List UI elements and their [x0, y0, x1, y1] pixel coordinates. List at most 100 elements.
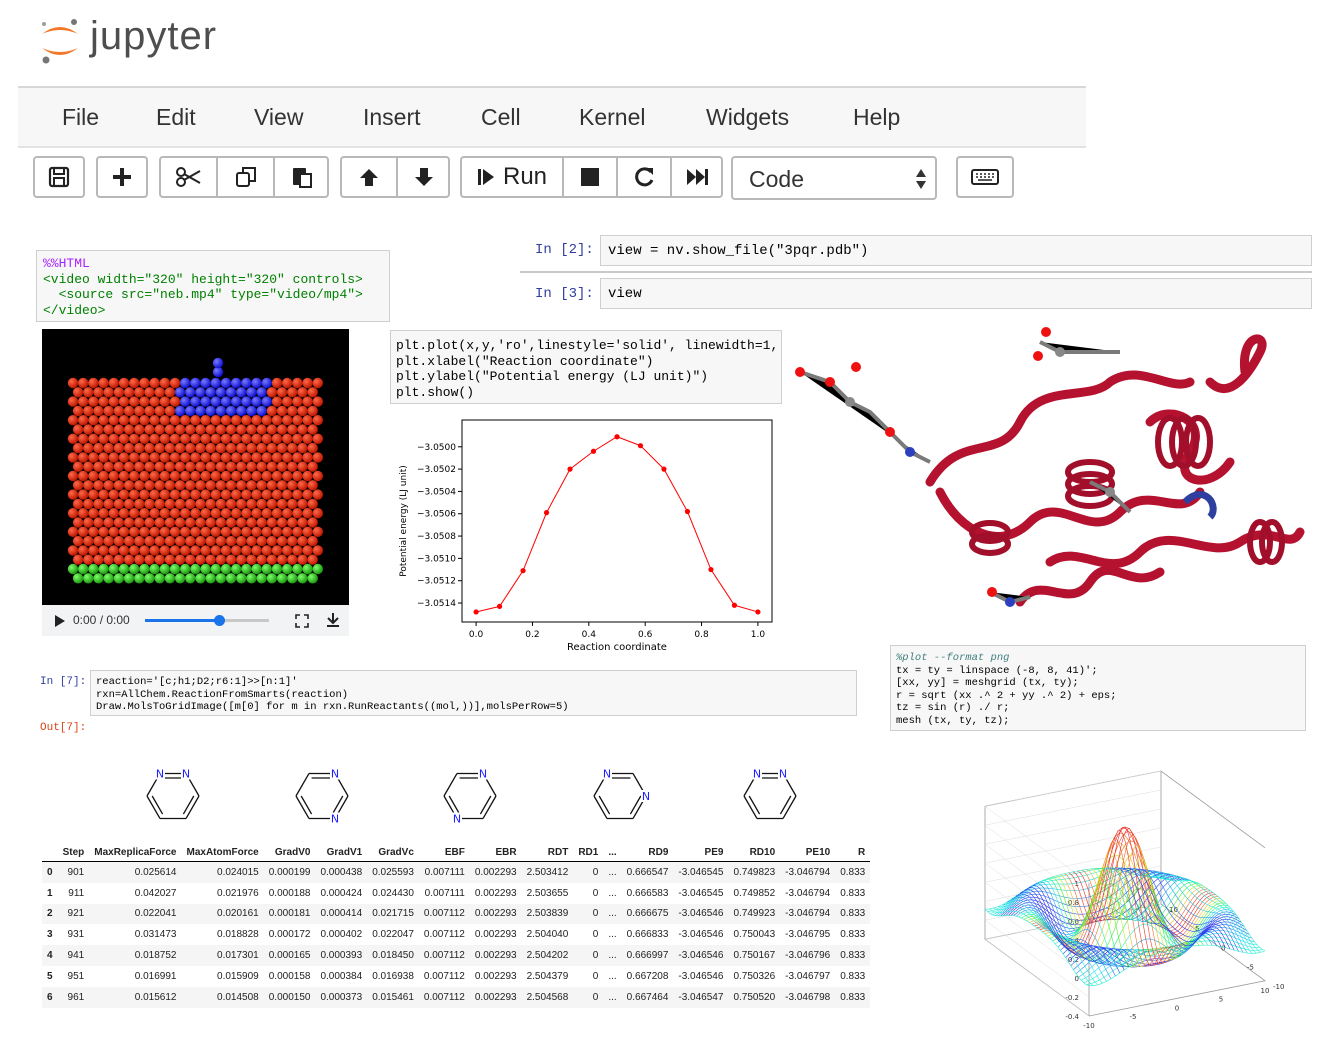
atom: [144, 461, 155, 472]
atom: [302, 415, 313, 426]
table-cell: 0.007112: [418, 986, 470, 1008]
table-cell: -3.046546: [673, 903, 729, 925]
menu-cell[interactable]: Cell: [481, 104, 521, 131]
plot-code-cell[interactable]: plt.plot(x,y,'ro',linestyle='solid', lin…: [390, 330, 782, 404]
table-cell: 0.031473: [134, 929, 177, 941]
html-code-cell[interactable]: %%HTML <video width="320" height="320" c…: [36, 250, 390, 322]
atom: [93, 573, 104, 584]
table-cell: -3.046546: [678, 970, 724, 982]
atom: [246, 442, 257, 454]
back-edge: [984, 770, 1266, 849]
octave-code-cell[interactable]: %plot --format png tx = ty = linspace (-…: [890, 645, 1306, 731]
fullscreen-icon[interactable]: [295, 614, 309, 628]
z-tick-label: -0.2: [1065, 994, 1079, 1002]
code-line: <video width="320" height="320" controls…: [43, 271, 363, 287]
atom: [195, 387, 206, 398]
atom: [287, 480, 298, 491]
atom: [205, 480, 216, 491]
atom: [72, 480, 84, 491]
video-player[interactable]: 0:00 / 0:00: [42, 329, 349, 636]
atom: [93, 480, 104, 491]
cell-prompt: In [3]:: [535, 286, 594, 302]
output-prompt: Out[7]:: [40, 722, 87, 734]
restart-button[interactable]: [618, 158, 670, 196]
atom: [225, 517, 237, 528]
atom: [174, 442, 186, 454]
protein-structure-view[interactable]: [790, 312, 1320, 630]
menu-edit[interactable]: Edit: [156, 104, 196, 131]
atom: [251, 452, 262, 463]
atom: [180, 489, 191, 500]
atom: [123, 480, 135, 491]
atom: [266, 461, 278, 472]
interrupt-button[interactable]: [564, 158, 616, 196]
table-cell: -3.046546: [673, 945, 729, 966]
move-down-button[interactable]: [398, 158, 450, 196]
atom: [169, 508, 181, 519]
download-icon[interactable]: [326, 612, 340, 628]
atom: [297, 573, 308, 584]
video-progress[interactable]: [145, 615, 269, 626]
atom: [118, 452, 130, 463]
atom: [312, 433, 323, 444]
atom: [67, 433, 79, 444]
insert-cell-button[interactable]: [96, 156, 148, 198]
cut-button[interactable]: [161, 158, 216, 196]
atom: [282, 433, 293, 444]
play-icon[interactable]: [54, 615, 66, 627]
restart-run-all-button[interactable]: [672, 158, 723, 196]
rdkit-code-cell[interactable]: reaction='[c;h1;D2;r6:1]>>[n:1]' rxn=All…: [90, 670, 857, 716]
atom: [276, 517, 288, 528]
atom: [271, 563, 283, 575]
molecule: NN: [443, 767, 497, 826]
menu-view[interactable]: View: [254, 104, 303, 131]
save-button[interactable]: [33, 156, 85, 198]
table-cell: 0.002293: [469, 986, 522, 1008]
atom: [251, 508, 262, 519]
atom: [139, 563, 150, 575]
table-cell: 0.000172: [268, 929, 311, 941]
copy-button[interactable]: [218, 158, 273, 196]
run-button[interactable]: Run: [462, 158, 562, 196]
table-cell: 0: [573, 986, 604, 1008]
menu-widgets[interactable]: Widgets: [706, 104, 789, 131]
x-tick-label: 0.0: [469, 630, 484, 640]
move-up-button[interactable]: [342, 158, 396, 196]
table-cell: 0.015612: [89, 986, 182, 1008]
table-cell: ...: [603, 861, 622, 883]
atom: [215, 424, 227, 435]
nglview-code-cell[interactable]: view = nv.show_file("3pqr.pdb"): [600, 235, 1312, 266]
atom: [78, 545, 89, 556]
data-point: [731, 602, 738, 608]
cell-type-select[interactable]: Code: [731, 156, 937, 200]
atom: [159, 470, 170, 482]
view-code-cell[interactable]: view: [600, 278, 1312, 309]
double-bond: [300, 795, 313, 815]
paste-button[interactable]: [275, 158, 329, 196]
menu-kernel[interactable]: Kernel: [579, 104, 645, 131]
atom: [113, 498, 125, 510]
atom: [297, 442, 308, 454]
menu-file[interactable]: File: [62, 104, 99, 131]
atom: [302, 452, 313, 463]
jupyter-logo[interactable]: jupyter: [38, 12, 248, 68]
video-progress-thumb[interactable]: [214, 615, 226, 626]
atom: [261, 452, 272, 463]
table-cell: 0.833: [840, 887, 866, 899]
nitrogen-label: N: [331, 813, 339, 826]
table-cell: 0.000165: [263, 945, 316, 966]
atom: [246, 498, 257, 510]
atom: [113, 517, 125, 528]
atom: [139, 452, 150, 463]
atom: [78, 452, 89, 463]
menu-help[interactable]: Help: [853, 104, 900, 131]
atom: [200, 452, 211, 463]
atom: [205, 387, 216, 398]
atom: [149, 396, 160, 407]
menu-insert[interactable]: Insert: [363, 104, 421, 131]
atom: [302, 508, 313, 519]
atom: [307, 517, 318, 528]
code-line: rxn=AllChem.ReactionFromSmarts(reaction): [96, 688, 349, 701]
move-button-group: [340, 156, 450, 198]
command-palette-button[interactable]: [956, 156, 1014, 198]
